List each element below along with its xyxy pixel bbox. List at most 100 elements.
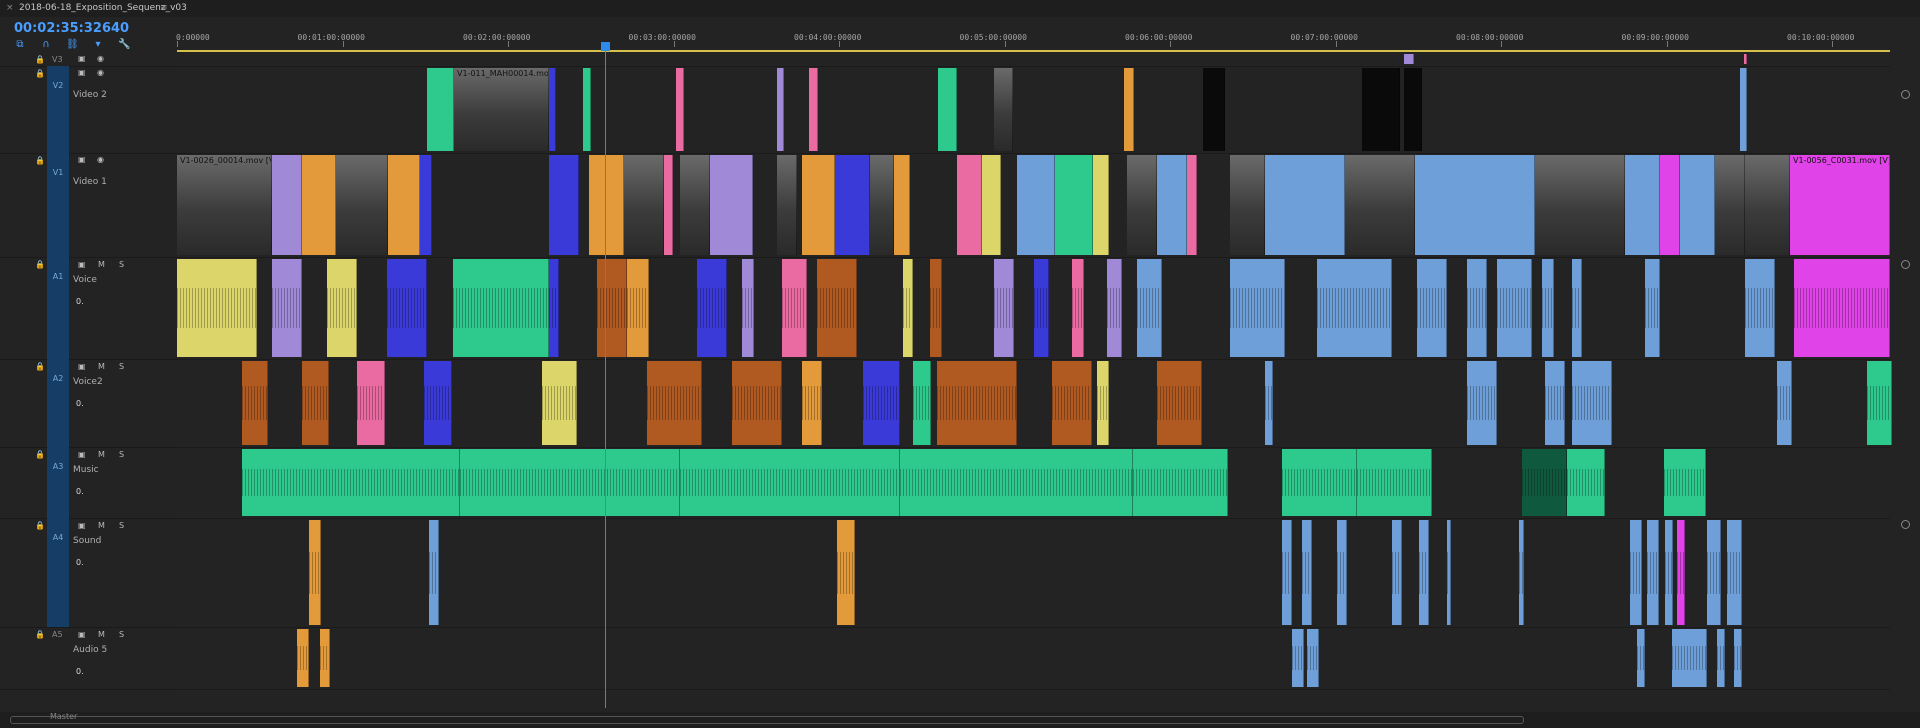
tab-menu-icon[interactable]: ≡: [160, 0, 168, 17]
audio-clip[interactable]: [597, 259, 627, 357]
lock-icon[interactable]: 🔒: [35, 55, 45, 64]
solo-button[interactable]: S: [119, 260, 124, 269]
video-clip[interactable]: V1-0056_C0031.mov [V]: [1790, 155, 1890, 255]
track-header-v1[interactable]: 🔒 V1 ▣ ◉ Video 1: [0, 153, 177, 258]
audio-clip[interactable]: [460, 449, 680, 516]
video-clip[interactable]: [1744, 54, 1747, 64]
video-clip[interactable]: [809, 68, 818, 151]
audio-clip[interactable]: [1133, 449, 1228, 516]
video-clip[interactable]: [894, 155, 910, 255]
video-clip[interactable]: [938, 68, 957, 151]
audio-clip[interactable]: [297, 629, 309, 687]
audio-clip[interactable]: [1645, 259, 1660, 357]
audio-clip[interactable]: [802, 361, 822, 445]
audio-clip[interactable]: [1137, 259, 1162, 357]
video-clip[interactable]: [1680, 155, 1715, 255]
audio-clip[interactable]: [1392, 520, 1402, 625]
audio-clip[interactable]: [900, 449, 1133, 516]
track-lane-v2[interactable]: V1-011_MAH00014.mov: [177, 66, 1890, 154]
video-clip[interactable]: [1415, 155, 1535, 255]
audio-clip[interactable]: [1545, 361, 1565, 445]
audio-clip[interactable]: [1867, 361, 1892, 445]
snap-icon[interactable]: ⧉: [14, 40, 26, 50]
audio-clip[interactable]: [1664, 449, 1706, 516]
audio-clip[interactable]: [1497, 259, 1532, 357]
video-clip[interactable]: [1715, 155, 1745, 255]
audio-clip[interactable]: [1265, 361, 1273, 445]
solo-button[interactable]: S: [119, 362, 124, 371]
video-clip[interactable]: [870, 155, 894, 255]
video-clip[interactable]: [1127, 155, 1157, 255]
audio-clip[interactable]: [320, 629, 330, 687]
time-ruler[interactable]: 0:00000 00:01:00:00000 00:02:00:00000 00:03…: [176, 17, 1890, 48]
sync-lock-icon[interactable]: ▣: [78, 521, 86, 530]
audio-clip[interactable]: [1467, 361, 1497, 445]
audio-clip[interactable]: [732, 361, 782, 445]
sync-lock-icon[interactable]: ▣: [78, 630, 86, 639]
sync-lock-icon[interactable]: ▣: [78, 260, 86, 269]
video-clip[interactable]: [1157, 155, 1187, 255]
eye-icon[interactable]: ◉: [97, 68, 104, 77]
audio-clip[interactable]: [742, 259, 754, 357]
audio-clip[interactable]: [242, 361, 268, 445]
audio-clip[interactable]: [309, 520, 321, 625]
video-clip[interactable]: [1187, 155, 1197, 255]
video-clip[interactable]: [1055, 155, 1093, 255]
track-header-a5[interactable]: 🔒 A5 ▣ M S 0. Audio 5: [0, 627, 177, 690]
video-clip[interactable]: [1203, 68, 1225, 151]
audio-clip[interactable]: [1419, 520, 1429, 625]
marker-icon[interactable]: ▾: [92, 40, 104, 50]
audio-clip[interactable]: [453, 259, 549, 357]
audio-clip[interactable]: [1417, 259, 1447, 357]
video-clip[interactable]: [549, 68, 556, 151]
audio-clip[interactable]: [1647, 520, 1659, 625]
audio-clip[interactable]: [680, 449, 900, 516]
audio-clip[interactable]: [424, 361, 452, 445]
audio-clip[interactable]: [1717, 629, 1725, 687]
video-clip[interactable]: [549, 155, 579, 255]
video-clip[interactable]: V1-011_MAH00014.mov: [454, 68, 549, 151]
scrollbar-thumb[interactable]: [10, 716, 1524, 724]
audio-clip[interactable]: [1572, 259, 1582, 357]
lock-icon[interactable]: 🔒: [35, 69, 45, 78]
audio-clip[interactable]: [937, 361, 1017, 445]
video-clip[interactable]: [1625, 155, 1660, 255]
video-clip[interactable]: [624, 155, 664, 255]
video-clip[interactable]: [1745, 155, 1790, 255]
horizontal-scrollbar[interactable]: Master: [0, 712, 1920, 728]
mute-button[interactable]: M: [98, 260, 105, 269]
video-clip[interactable]: [336, 155, 388, 255]
solo-button[interactable]: S: [119, 521, 124, 530]
audio-clip[interactable]: [1447, 520, 1451, 625]
track-level[interactable]: 0.: [76, 487, 84, 496]
track-level[interactable]: 0.: [76, 667, 84, 676]
mute-button[interactable]: M: [98, 362, 105, 371]
audio-clip[interactable]: [1097, 361, 1109, 445]
sync-lock-icon[interactable]: ▣: [78, 155, 86, 164]
audio-clip[interactable]: [1572, 361, 1612, 445]
lock-icon[interactable]: 🔒: [35, 630, 45, 639]
video-clip[interactable]: [272, 155, 302, 255]
audio-clip[interactable]: [1230, 259, 1285, 357]
track-level[interactable]: 0.: [76, 399, 84, 408]
source-patch-a4[interactable]: A4: [47, 518, 69, 627]
audio-clip[interactable]: [542, 361, 577, 445]
video-clip[interactable]: [957, 155, 982, 255]
video-clip[interactable]: [420, 155, 432, 255]
video-clip[interactable]: [1740, 68, 1747, 151]
audio-clip[interactable]: [1630, 520, 1642, 625]
track-level[interactable]: 0.: [76, 297, 84, 306]
audio-clip[interactable]: [1467, 259, 1487, 357]
wrench-icon[interactable]: 🔧: [118, 40, 130, 50]
audio-clip[interactable]: [177, 259, 257, 357]
video-clip[interactable]: [427, 68, 454, 151]
video-clip[interactable]: [982, 155, 1001, 255]
audio-clip[interactable]: [1777, 361, 1792, 445]
audio-clip[interactable]: [930, 259, 942, 357]
audio-clip[interactable]: [913, 361, 931, 445]
source-patch-a3[interactable]: A3: [47, 447, 69, 518]
track-level[interactable]: 0.: [76, 558, 84, 567]
video-clip[interactable]: [1535, 155, 1625, 255]
audio-clip[interactable]: [1337, 520, 1347, 625]
video-clip[interactable]: V1-0026_00014.mov [V]: [177, 155, 272, 255]
